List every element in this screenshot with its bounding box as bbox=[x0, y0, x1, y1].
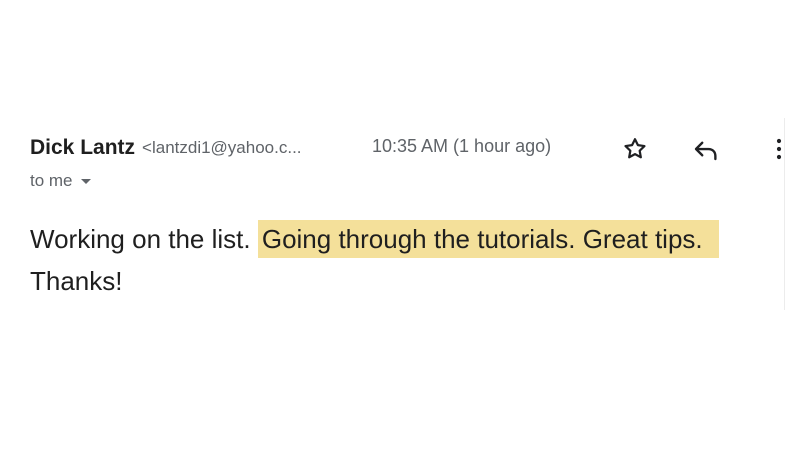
body-text-plain: Working on the list. bbox=[30, 224, 258, 254]
recipient-dropdown[interactable]: to me bbox=[30, 171, 91, 191]
message-header: Dick Lantz <lantzdi1@yahoo.c... 10:35 AM… bbox=[30, 134, 790, 162]
sender-name[interactable]: Dick Lantz bbox=[30, 136, 135, 160]
panel-divider bbox=[784, 118, 785, 310]
message-timestamp: 10:35 AM (1 hour ago) bbox=[372, 136, 552, 156]
more-vertical-icon[interactable] bbox=[764, 134, 794, 164]
reply-icon[interactable] bbox=[691, 134, 721, 164]
body-closing: Thanks! bbox=[30, 266, 123, 296]
caret-down-icon[interactable] bbox=[80, 178, 91, 184]
star-icon[interactable] bbox=[620, 134, 650, 164]
message-body: Working on the list. Going through the t… bbox=[30, 218, 790, 302]
highlighted-text: Going through the tutorials. Great tips. bbox=[257, 220, 719, 258]
sender-email[interactable]: <lantzdi1@yahoo.c... bbox=[142, 138, 302, 158]
email-message: Dick Lantz <lantzdi1@yahoo.c... 10:35 AM… bbox=[0, 0, 802, 451]
recipient-label: to me bbox=[30, 171, 73, 190]
